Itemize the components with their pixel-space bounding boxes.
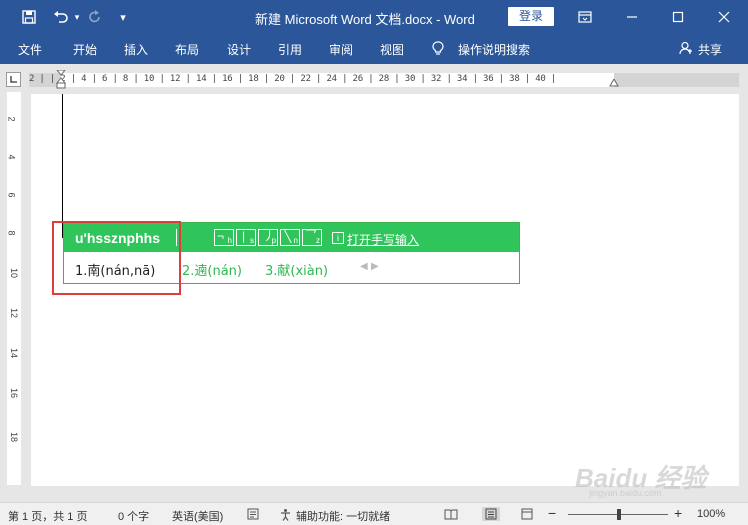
tab-references[interactable]: 引用 <box>278 41 302 58</box>
vertical-ruler-label: 18 <box>9 431 20 443</box>
tab-layout[interactable]: 布局 <box>175 41 199 58</box>
right-indent-marker-icon[interactable] <box>609 79 619 87</box>
vertical-ruler-label: 12 <box>9 307 20 319</box>
tab-file[interactable]: 文件 <box>18 41 42 58</box>
vertical-ruler-label: 4 <box>6 154 17 160</box>
macro-icon[interactable] <box>246 507 260 521</box>
chevron-right-icon[interactable]: ▶ <box>371 261 379 272</box>
share-button[interactable]: 共享 <box>698 41 722 58</box>
candidate-item[interactable]: 3.献(xiàn) <box>265 260 328 279</box>
candidate-item[interactable]: 2.遖(nán) <box>182 260 242 279</box>
ruler-scale: 2 | | 2 | 4 | 6 | 8 | 10 | 12 | 14 | 16 … <box>29 74 557 84</box>
lightbulb-icon[interactable] <box>432 41 444 59</box>
zoom-level[interactable]: 100% <box>697 508 725 520</box>
minimize-icon[interactable] <box>612 0 652 34</box>
zoom-in-icon[interactable]: + <box>674 505 682 521</box>
handwriting-icon[interactable]: i <box>332 232 344 244</box>
handwriting-link[interactable]: 打开手写输入 <box>347 231 419 248</box>
vertical-ruler-label: 10 <box>9 267 20 279</box>
person-icon[interactable] <box>679 41 693 58</box>
text-cursor-line <box>62 94 63 238</box>
watermark-url: jingyan.baidu.com <box>589 488 662 498</box>
vertical-ruler-label: 16 <box>9 387 20 399</box>
tab-view[interactable]: 视图 <box>380 41 404 58</box>
watermark: Baidu 经验 jingyan.baidu.com <box>575 458 745 498</box>
vertical-ruler-label: 8 <box>6 230 17 236</box>
language-indicator[interactable]: 英语(美国) <box>172 508 223 524</box>
redo-icon[interactable] <box>84 6 106 28</box>
vertical-ruler-label: 2 <box>6 116 17 122</box>
web-layout-icon[interactable] <box>520 507 534 521</box>
stroke-button[interactable]: | s <box>236 229 256 246</box>
title-bar: ▾ ▾ 新建 Microsoft Word 文档.docx - Word 登录 <box>0 0 748 34</box>
horizontal-ruler[interactable]: 2 | | 2 | 4 | 6 | 8 | 10 | 12 | 14 | 16 … <box>29 70 739 90</box>
tab-review[interactable]: 审阅 <box>329 41 353 58</box>
word-count[interactable]: 0 个字 <box>118 508 149 524</box>
stroke-label: p <box>271 236 276 245</box>
stroke-label: n <box>293 236 298 245</box>
tab-selector[interactable] <box>6 72 21 87</box>
indent-marker-icon[interactable] <box>56 70 66 90</box>
zoom-out-icon[interactable]: − <box>548 505 556 521</box>
tell-me-search[interactable]: 操作说明搜索 <box>458 41 530 58</box>
highlight-box <box>52 221 181 295</box>
customize-icon[interactable]: ▾ <box>112 6 134 28</box>
read-mode-icon[interactable] <box>444 507 458 521</box>
print-layout-icon[interactable] <box>482 507 500 521</box>
zoom-slider-thumb[interactable] <box>617 509 621 520</box>
ribbon-display-icon[interactable] <box>565 0 605 34</box>
accessibility-icon[interactable] <box>278 507 292 521</box>
vertical-ruler-label: 6 <box>6 192 17 198</box>
vertical-ruler[interactable]: 2 4 6 8 10 12 14 16 18 <box>7 92 21 485</box>
stroke-label: s <box>250 236 254 245</box>
login-button[interactable]: 登录 <box>508 7 554 26</box>
status-bar: 第 1 页，共 1 页 0 个字 英语(美国) 辅助功能: 一切就绪 − + 1… <box>0 502 748 525</box>
stroke-label: h <box>227 236 232 245</box>
maximize-icon[interactable] <box>658 0 698 34</box>
tab-home[interactable]: 开始 <box>73 41 97 58</box>
stroke-button[interactable]: ¬ h <box>214 229 234 246</box>
page-count[interactable]: 第 1 页，共 1 页 <box>8 508 87 524</box>
vertical-ruler-label: 14 <box>9 347 20 359</box>
stroke-label: z <box>316 236 320 245</box>
accessibility-status[interactable]: 辅助功能: 一切就绪 <box>296 508 390 524</box>
stroke-button[interactable]: ╲ n <box>280 229 300 246</box>
tab-design[interactable]: 设计 <box>227 41 251 58</box>
save-icon[interactable] <box>18 6 40 28</box>
stroke-button[interactable]: 乛 z <box>302 228 322 246</box>
document-title: 新建 Microsoft Word 文档.docx - Word <box>255 12 475 27</box>
chevron-left-icon[interactable]: ◀ <box>360 261 368 272</box>
close-icon[interactable] <box>704 0 744 34</box>
stroke-button[interactable]: 丿 p <box>258 229 278 246</box>
ribbon-tabs: 文件 开始 插入 布局 设计 引用 审阅 视图 操作说明搜索 共享 <box>0 34 748 64</box>
tab-insert[interactable]: 插入 <box>124 41 148 58</box>
ruler-row: 2 | | 2 | 4 | 6 | 8 | 10 | 12 | 14 | 16 … <box>0 64 748 92</box>
